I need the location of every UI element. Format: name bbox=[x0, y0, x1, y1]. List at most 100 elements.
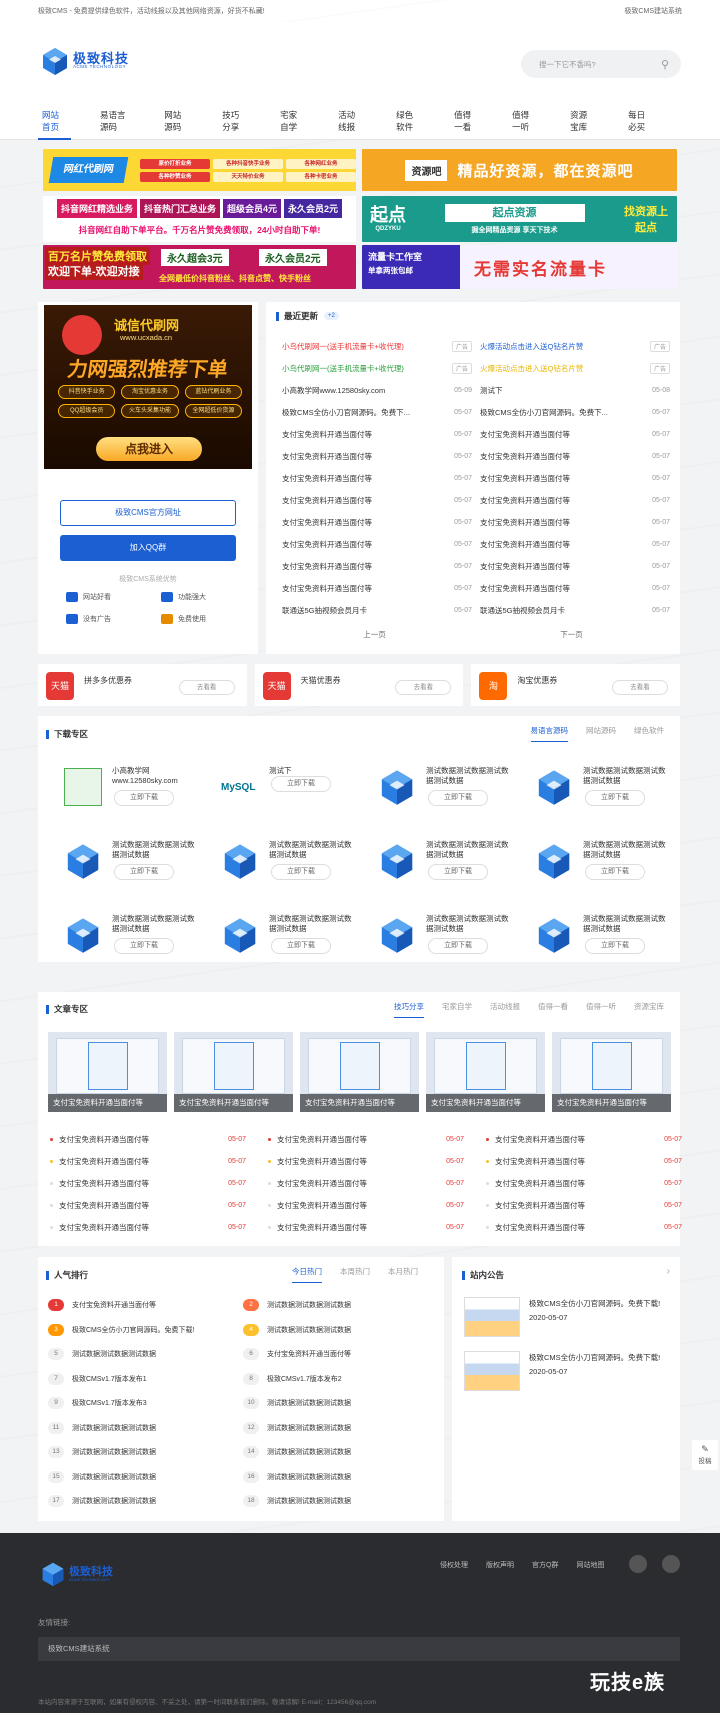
update-title[interactable]: 极致CMS全仿小刀官网源码。免费下... bbox=[480, 407, 608, 418]
article-title[interactable]: 支付宝免资料开通当面付等 bbox=[495, 1200, 585, 1211]
nav-item[interactable]: 资源宝库 bbox=[566, 99, 599, 143]
download-button[interactable]: 立即下载 bbox=[428, 864, 488, 880]
update-row[interactable]: 支付宝免资料开通当面付等 05-07 bbox=[282, 423, 472, 445]
update-row[interactable]: 支付宝免资料开通当面付等 05-07 bbox=[480, 467, 670, 489]
ranking-title[interactable]: 测试数据测试数据测试数据 bbox=[267, 1472, 351, 1482]
ranking-item[interactable]: 16 测试数据测试数据测试数据 bbox=[243, 1469, 438, 1485]
article-title[interactable]: 支付宝免资料开通当面付等 bbox=[59, 1156, 149, 1167]
article-thumbnail[interactable]: 支付宝免资料开通当面付等 bbox=[174, 1032, 293, 1112]
nav-item[interactable]: 值得一看 bbox=[450, 99, 483, 143]
article-title[interactable]: 支付宝免资料开通当面付等 bbox=[277, 1156, 367, 1167]
update-title[interactable]: 支付宝免资料开通当面付等 bbox=[480, 495, 570, 506]
ranking-item[interactable]: 8 极致CMSv1.7版本发布2 bbox=[243, 1371, 438, 1387]
ranking-item[interactable]: 12 测试数据测试数据测试数据 bbox=[243, 1420, 438, 1436]
ranking-title[interactable]: 测试数据测试数据测试数据 bbox=[267, 1423, 351, 1433]
article-row[interactable]: 支付宝免资料开通当面付等 05-07 bbox=[50, 1216, 246, 1238]
next-page-button[interactable]: 下一页 bbox=[473, 629, 670, 640]
article-row[interactable]: 支付宝免资料开通当面付等 05-07 bbox=[486, 1150, 682, 1172]
ranking-title[interactable]: 测试数据测试数据测试数据 bbox=[72, 1496, 156, 1506]
update-row[interactable]: 支付宝免资料开通当面付等 05-07 bbox=[282, 445, 472, 467]
tab-download[interactable]: 易语言源码 bbox=[530, 725, 568, 742]
update-row[interactable]: 支付宝免资料开通当面付等 05-07 bbox=[282, 489, 472, 511]
promo-banner[interactable]: 诚信代刷网 www.ucxada.cn 力网强烈推荐下单 抖音快手业务 淘宝优惠业… bbox=[44, 305, 252, 469]
update-title[interactable]: 支付宝免资料开通当面付等 bbox=[282, 583, 372, 594]
join-qq-button[interactable]: 加入QQ群 bbox=[60, 535, 236, 561]
update-title[interactable]: 支付宝免资料开通当面付等 bbox=[480, 583, 570, 594]
article-title[interactable]: 支付宝免资料开通当面付等 bbox=[59, 1178, 149, 1189]
friend-link[interactable]: 极致CMS建站系统 bbox=[48, 1644, 110, 1653]
download-title[interactable]: 测试数据测试数据测试数据测试数据 bbox=[583, 914, 668, 934]
update-row[interactable]: 火爆活动点击进入送Q钻名片赞 广告 bbox=[480, 357, 670, 379]
ad-ziyuanba[interactable]: 资源吧 精品好资源，都在资源吧 bbox=[362, 149, 677, 191]
notice-item[interactable]: 极致CMS全仿小刀官网源码。免费下载! 2020-05-07 bbox=[464, 1297, 674, 1337]
nav-item[interactable]: 活动线报 bbox=[334, 99, 367, 143]
article-title[interactable]: 支付宝免资料开通当面付等 bbox=[277, 1178, 367, 1189]
coupon-card[interactable]: 天猫 拼多多优惠券 去看看 bbox=[38, 664, 247, 706]
ranking-item[interactable]: 2 测试数据测试数据测试数据 bbox=[243, 1297, 438, 1313]
ranking-item[interactable]: 9 极致CMSv1.7版本发布3 bbox=[48, 1395, 243, 1411]
promo-cta-button[interactable]: 点我进入 bbox=[96, 437, 202, 461]
article-row[interactable]: 支付宝免资料开通当面付等 05-07 bbox=[50, 1128, 246, 1150]
update-row[interactable]: 支付宝免资料开通当面付等 05-07 bbox=[480, 577, 670, 599]
ad-douyin[interactable]: 抖音网红精选业务 抖音热门汇总业务 超级会员4元 永久会员2元 抖音网红自助下单平台。… bbox=[43, 196, 356, 242]
update-title[interactable]: 支付宝免资料开通当面付等 bbox=[282, 561, 372, 572]
ranking-title[interactable]: 测试数据测试数据测试数据 bbox=[267, 1325, 351, 1335]
download-title[interactable]: 测试数据测试数据测试数据测试数据 bbox=[426, 840, 511, 860]
update-title[interactable]: 小鸟代刷网一(送手机流量卡+收代理) bbox=[282, 363, 404, 374]
search-input[interactable]: 搜一下它不香吗? ⚲ bbox=[521, 50, 681, 78]
article-thumbnail[interactable]: 支付宝免资料开通当面付等 bbox=[300, 1032, 419, 1112]
ranking-title[interactable]: 支付宝免资料开通当面付等 bbox=[72, 1300, 156, 1310]
update-row[interactable]: 小高教学网www.12580sky.com 05-09 bbox=[282, 379, 472, 401]
update-row[interactable]: 支付宝免资料开通当面付等 05-07 bbox=[282, 577, 472, 599]
download-title[interactable]: 测试数据测试数据测试数据测试数据 bbox=[583, 840, 668, 860]
footer-logo[interactable]: 极致科技 ACME TECHNOLOGY bbox=[40, 1561, 113, 1587]
download-item[interactable]: 测试数据测试数据测试数据测试数据 立即下载 bbox=[517, 908, 667, 968]
site-logo[interactable]: 极致科技 ACME TECHNOLOGY bbox=[40, 46, 129, 76]
article-thumbnail[interactable]: 支付宝免资料开通当面付等 bbox=[48, 1032, 167, 1112]
notice-item[interactable]: 极致CMS全仿小刀官网源码。免费下载! 2020-05-07 bbox=[464, 1351, 674, 1391]
article-row[interactable]: 支付宝免资料开通当面付等 05-07 bbox=[486, 1216, 682, 1238]
update-title[interactable]: 支付宝免资料开通当面付等 bbox=[480, 473, 570, 484]
article-title[interactable]: 支付宝免资料开通当面付等 bbox=[59, 1222, 149, 1233]
download-title[interactable]: 测试数据测试数据测试数据测试数据 bbox=[583, 766, 668, 786]
update-row[interactable]: 支付宝免资料开通当面付等 05-07 bbox=[480, 533, 670, 555]
ranking-title[interactable]: 测试数据测试数据测试数据 bbox=[72, 1349, 156, 1359]
update-row[interactable]: 支付宝免资料开通当面付等 05-07 bbox=[480, 445, 670, 467]
update-title[interactable]: 支付宝免资料开通当面付等 bbox=[282, 517, 372, 528]
tab-download[interactable]: 绿色软件 bbox=[634, 725, 664, 742]
ad-wanghong[interactable]: 网红代刷网 原价打折业务 各种抖音快手业务 各种网红业务 各种秒赞业务 天天特价业务 各种… bbox=[43, 149, 356, 191]
nav-item[interactable]: 技巧分享 bbox=[218, 99, 251, 143]
ranking-title[interactable]: 极致CMSv1.7版本发布2 bbox=[267, 1374, 342, 1384]
update-row[interactable]: 极致CMS全仿小刀官网源码。免费下... 05-07 bbox=[480, 401, 670, 423]
coupon-button[interactable]: 去看看 bbox=[612, 680, 669, 695]
update-title[interactable]: 支付宝免资料开通当面付等 bbox=[480, 561, 570, 572]
update-row[interactable]: 支付宝免资料开通当面付等 05-07 bbox=[282, 511, 472, 533]
download-button[interactable]: 立即下载 bbox=[271, 776, 331, 792]
ranking-title[interactable]: 极致CMS全仿小刀官网源码。免费下载! bbox=[72, 1325, 195, 1335]
ranking-item[interactable]: 6 支付宝免资料开通当面付等 bbox=[243, 1346, 438, 1362]
update-row[interactable]: 支付宝免资料开通当面付等 05-07 bbox=[282, 467, 472, 489]
article-row[interactable]: 支付宝免资料开通当面付等 05-07 bbox=[268, 1150, 464, 1172]
update-row[interactable]: 测试下 05-08 bbox=[480, 379, 670, 401]
notice-title[interactable]: 极致CMS全仿小刀官网源码。免费下载! bbox=[529, 1297, 660, 1311]
update-title[interactable]: 小鸟代刷网一(送手机流量卡+收代理) bbox=[282, 341, 404, 352]
update-row[interactable]: 支付宝免资料开通当面付等 05-07 bbox=[480, 423, 670, 445]
ranking-title[interactable]: 测试数据测试数据测试数据 bbox=[267, 1496, 351, 1506]
download-title[interactable]: 测试数据测试数据测试数据测试数据 bbox=[112, 914, 197, 934]
article-row[interactable]: 支付宝免资料开通当面付等 05-07 bbox=[268, 1216, 464, 1238]
update-row[interactable]: 支付宝免资料开通当面付等 05-07 bbox=[480, 489, 670, 511]
ranking-item[interactable]: 17 测试数据测试数据测试数据 bbox=[48, 1493, 243, 1509]
download-item[interactable]: 测试数据测试数据测试数据测试数据 立即下载 bbox=[360, 760, 510, 820]
article-title[interactable]: 支付宝免资料开通当面付等 bbox=[495, 1134, 585, 1145]
update-title[interactable]: 支付宝免资料开通当面付等 bbox=[282, 495, 372, 506]
update-title[interactable]: 联通送5G抽视频会员月卡 bbox=[480, 605, 565, 616]
article-thumbnail[interactable]: 支付宝免资料开通当面付等 bbox=[552, 1032, 671, 1112]
qq-icon[interactable] bbox=[629, 1555, 647, 1573]
download-item[interactable]: 测试数据测试数据测试数据测试数据 立即下载 bbox=[360, 908, 510, 968]
update-row[interactable]: 支付宝免资料开通当面付等 05-07 bbox=[282, 533, 472, 555]
prev-page-button[interactable]: 上一页 bbox=[276, 629, 473, 640]
ranking-item[interactable]: 18 测试数据测试数据测试数据 bbox=[243, 1493, 438, 1509]
footer-link[interactable]: 官方Q群 bbox=[532, 1560, 558, 1570]
download-item[interactable]: MySQL 测试下 立即下载 bbox=[203, 760, 353, 820]
nav-item[interactable]: 易语言源码 bbox=[96, 99, 135, 143]
